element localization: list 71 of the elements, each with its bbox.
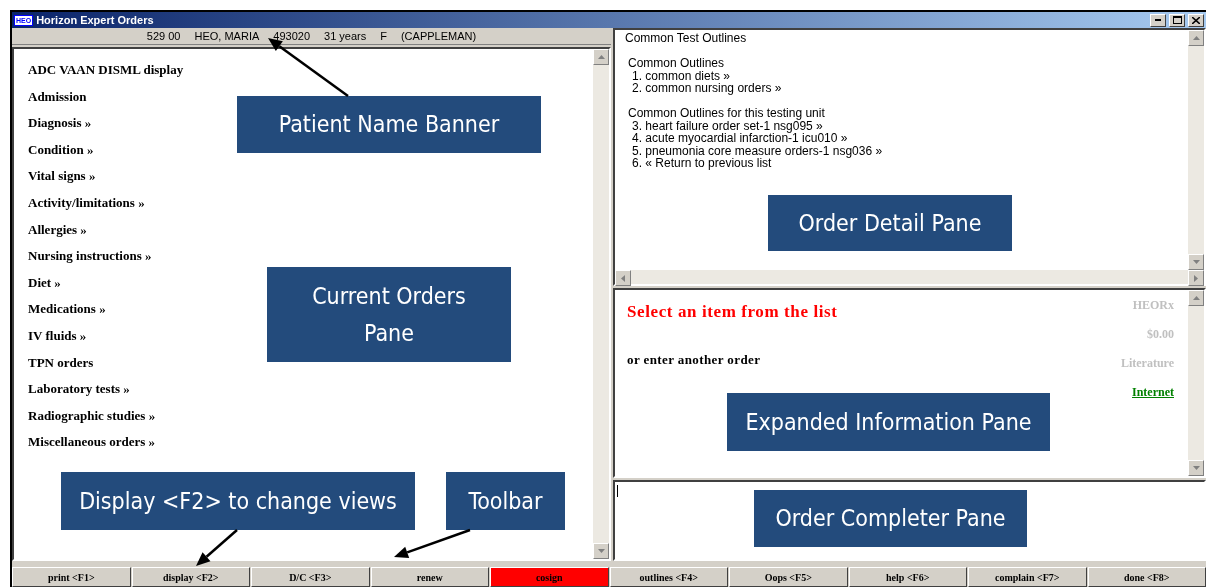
- toolbar-button[interactable]: done <F8>: [1087, 567, 1206, 587]
- toolbar-button[interactable]: complain <F7>: [968, 567, 1087, 587]
- banner-text: (CAPPLEMAN): [400, 30, 477, 42]
- outline-item[interactable]: 3. heart failure order set-1 nsg095 »: [625, 119, 823, 132]
- order-category[interactable]: Condition »: [28, 136, 94, 164]
- callout-label: Current Orders Pane: [267, 267, 511, 362]
- minimize-icon: [1155, 19, 1161, 21]
- scroll-down-icon: [597, 549, 605, 553]
- scroll-up-icon: [597, 55, 605, 59]
- window-title: Horizon Expert Orders: [36, 14, 155, 26]
- scroll-down-icon: [1192, 466, 1200, 470]
- text-cursor: [617, 485, 618, 497]
- minimize-button[interactable]: [1150, 13, 1166, 27]
- scroll-up-icon: [1192, 36, 1200, 40]
- close-icon: [1192, 16, 1200, 24]
- close-button[interactable]: [1188, 13, 1204, 27]
- order-category[interactable]: Vital signs »: [28, 163, 96, 190]
- toolbar-button[interactable]: outlines <F4>: [609, 567, 728, 587]
- scroll-up-icon: [1192, 296, 1200, 300]
- info-link[interactable]: Internet: [1132, 385, 1174, 400]
- callout-label: Order Detail Pane: [768, 195, 1012, 251]
- toolbar-button[interactable]: cosign: [490, 567, 609, 587]
- order-category[interactable]: Diet »: [28, 269, 61, 297]
- outline-group-title: Common Outlines: [627, 57, 725, 70]
- maximize-icon: [1172, 16, 1182, 24]
- order-category[interactable]: Radiographic studies »: [28, 402, 156, 430]
- vertical-scrollbar[interactable]: [593, 49, 609, 559]
- toolbar-button[interactable]: D/C <F3>: [251, 567, 370, 587]
- banner-text: 529 00: [146, 30, 181, 42]
- toolbar-button[interactable]: help <F6>: [848, 567, 967, 587]
- callout-label: Expanded Information Pane: [727, 393, 1050, 451]
- outline-item[interactable]: 5. pneumonia core measure orders-1 nsg036 »: [625, 144, 883, 157]
- outline-item[interactable]: 2. common nursing orders »: [625, 82, 782, 95]
- banner-text: HEO, MARIA: [194, 30, 260, 42]
- banner-text: 493020: [273, 30, 310, 42]
- outline-item[interactable]: 6. « Return to previous list: [625, 157, 772, 170]
- pointer-arrow: [196, 529, 238, 566]
- toolbar-button[interactable]: renew: [370, 567, 489, 587]
- banner-text: F: [380, 30, 387, 42]
- order-category[interactable]: Medications »: [28, 296, 106, 323]
- callout-label: Patient Name Banner: [237, 96, 541, 153]
- maximize-button[interactable]: [1169, 13, 1185, 27]
- scroll-left-icon: [621, 274, 625, 282]
- toolbar-button[interactable]: Oops <F5>: [729, 567, 848, 587]
- banner-text: 31 years: [324, 30, 367, 42]
- scroll-down-icon: [1192, 260, 1200, 264]
- outline-item[interactable]: 4. acute myocardial infarction-1 icu010 »: [625, 132, 848, 145]
- scroll-right-icon: [1194, 274, 1198, 282]
- toolbar-button[interactable]: print <F1>: [12, 567, 131, 587]
- order-prompt: or enter another order: [627, 352, 761, 368]
- order-category[interactable]: Diagnosis »: [28, 110, 92, 137]
- order-category[interactable]: ADC VAAN DISML display: [28, 57, 184, 84]
- order-category[interactable]: Miscellaneous orders »: [28, 429, 156, 456]
- horizontal-scrollbar[interactable]: [615, 270, 1204, 284]
- order-category[interactable]: Allergies »: [28, 216, 87, 244]
- order-category[interactable]: Laboratory tests »: [28, 376, 130, 403]
- callout-label: Display <F2> to change views: [61, 472, 415, 530]
- outline-group-title: Common Outlines for this testing unit: [627, 107, 825, 120]
- vertical-scrollbar[interactable]: [1188, 30, 1204, 270]
- order-category[interactable]: TPN orders: [28, 349, 94, 377]
- order-category[interactable]: Admission: [28, 83, 87, 111]
- outline-item[interactable]: 1. common diets »: [625, 69, 731, 82]
- order-category[interactable]: IV fluids »: [28, 322, 87, 350]
- callout-label: Toolbar: [446, 472, 565, 530]
- order-category[interactable]: Activity/limitations »: [28, 189, 145, 217]
- select-prompt: Select an item from the list: [627, 302, 838, 322]
- callout-label: Order Completer Pane: [754, 490, 1027, 547]
- vertical-scrollbar[interactable]: [1188, 290, 1204, 476]
- toolbar-button[interactable]: display <F2>: [131, 567, 250, 587]
- detail-heading: Common Test Outlines: [625, 32, 747, 45]
- order-category[interactable]: Nursing instructions »: [28, 243, 152, 270]
